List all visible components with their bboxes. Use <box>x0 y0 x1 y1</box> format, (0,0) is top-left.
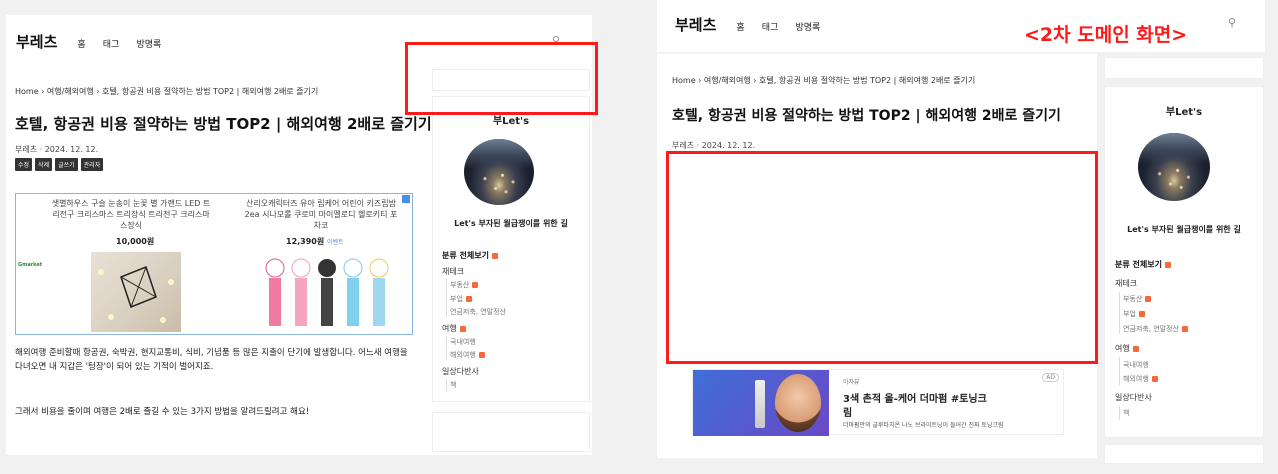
right-sidebar-tagline: Let's 부자된 월급쟁이를 위한 길 <box>1127 225 1241 234</box>
right-profile-avatar[interactable] <box>1138 133 1210 201</box>
new-badge-icon <box>1138 311 1145 317</box>
new-badge-icon <box>1164 261 1171 268</box>
right-sidebar-blog-name: 부Let's <box>1165 107 1203 118</box>
right-category-pension[interactable]: 연금저축, 연말정산 <box>1123 324 1188 334</box>
gmarket-logo: Gmarket <box>18 262 43 268</box>
left-profile-avatar[interactable] <box>464 139 534 205</box>
left-category-overseas[interactable]: 해외여행 <box>450 350 485 360</box>
left-post-title: 호텔, 항공권 비용 절약하는 방법 TOP2 | 해외여행 2배로 즐기기 <box>15 115 432 133</box>
left-nav-home[interactable]: 홈 <box>77 40 85 50</box>
right-nav-tags[interactable]: 태그 <box>762 23 779 33</box>
left-body-paragraph-1: 해외여행 준비할때 항공권, 숙박권, 현지교통비, 식비, 기념품 등 많은 … <box>15 348 408 372</box>
left-nav-tags[interactable]: 태그 <box>103 40 120 50</box>
left-admin-buttons: 수정 삭제 글쓰기 관리자 <box>15 158 104 171</box>
left-sidebar-bottom-box <box>432 412 590 452</box>
right-category-daily[interactable]: 일상다반사 <box>1115 392 1152 403</box>
right-tree-line-1 <box>1119 292 1120 334</box>
right-blog-logo[interactable]: 부레츠 <box>675 14 716 35</box>
right-tree-line-2 <box>1119 357 1120 385</box>
right-breadcrumb: Home › 여행/해외여행 › 호텔, 항공권 비용 절약하는 방법 TOP2… <box>672 76 976 85</box>
right-header: 부레츠 홈 태그 방명록 <box>675 14 820 35</box>
right-category-domestic[interactable]: 국내여행 <box>1123 360 1149 370</box>
ad-product-1-price: 10,000원 <box>116 237 155 246</box>
ad-choices-icon[interactable]: AD <box>1042 373 1059 382</box>
new-badge-icon <box>1132 345 1139 352</box>
left-nav-guestbook[interactable]: 방명록 <box>136 40 161 50</box>
new-badge-icon <box>1145 296 1152 302</box>
left-highlight-box <box>405 42 598 115</box>
left-post-meta: 부레츠 · 2024. 12. 12. <box>15 145 99 154</box>
new-badge-icon <box>465 296 472 302</box>
left-tree-line-2 <box>446 336 447 360</box>
ad-product-2-name[interactable]: 산리오캐릭터즈 유아 립케어 어린이 키즈립밤 2ea 시나모롤 쿠로미 마이멜… <box>241 198 401 231</box>
right-ad-model <box>775 374 821 432</box>
edit-button[interactable]: 수정 <box>15 158 33 171</box>
right-search-icon[interactable]: ⚲ <box>1228 16 1236 29</box>
new-badge-icon <box>472 282 479 288</box>
left-category-daily[interactable]: 일상다반사 <box>442 366 479 377</box>
right-ad-brand: 아자뷰 <box>843 379 860 386</box>
right-ad-description: 더마펌만의 글루타치온 나노 브라이트닝이 들어간 진짜 토닝크림 <box>843 422 1004 429</box>
ad-choices-icon[interactable] <box>402 195 410 203</box>
right-display-ad[interactable]: 아자뷰 3색 촌적 올-케어 더마펌 #토닝크 림 더마펌만의 글루타치온 나노… <box>692 369 1064 436</box>
right-category-finance[interactable]: 재테크 <box>1115 278 1137 289</box>
new-badge-icon <box>478 352 485 358</box>
right-ad-headline-2[interactable]: 림 <box>843 404 852 419</box>
right-category-all[interactable]: 분류 전체보기 <box>1115 259 1171 270</box>
lip-balm-characters <box>265 258 389 326</box>
ad-product-2-image[interactable] <box>261 252 391 332</box>
comparison-screenshot: 부레츠 홈 태그 방명록 ⚲ Home › 여행/해외여행 › 호텔, 항공권 … <box>0 0 1278 474</box>
left-display-ad[interactable]: 샛별하우스 구슬 눈송이 눈꽃 별 가랜드 LED 트리전구 크리스마스 트리장… <box>15 193 413 335</box>
right-category-realestate[interactable]: 부동산 <box>1123 294 1152 304</box>
ad-product-2-price: 12,390원 이벤트 <box>286 237 344 246</box>
write-button[interactable]: 글쓰기 <box>55 158 78 171</box>
new-badge-icon <box>1181 326 1188 332</box>
left-header: 부레츠 홈 태그 방명록 <box>16 31 161 52</box>
ad-product-1-name[interactable]: 샛별하우스 구슬 눈송이 눈꽃 별 가랜드 LED 트리전구 크리스마스 트리장… <box>51 198 211 231</box>
ad-product-1-image[interactable] <box>91 252 181 332</box>
left-tree-line-1 <box>446 279 447 317</box>
new-badge-icon <box>491 252 498 259</box>
right-category-books[interactable]: 책 <box>1123 408 1129 418</box>
right-category-travel[interactable]: 여행 <box>1115 343 1139 354</box>
left-tree-line-3 <box>446 379 447 391</box>
right-category-overseas[interactable]: 해외여행 <box>1123 374 1158 384</box>
right-nav-home[interactable]: 홈 <box>736 23 744 33</box>
left-category-sidejob[interactable]: 부업 <box>450 294 472 304</box>
delete-button[interactable]: 삭제 <box>35 158 53 171</box>
right-highlight-box <box>666 151 1098 364</box>
left-category-realestate[interactable]: 부동산 <box>450 280 479 290</box>
right-sidebar-bottom-box <box>1104 444 1264 464</box>
left-nav: 홈 태그 방명록 <box>65 32 161 51</box>
right-post-title: 호텔, 항공권 비용 절약하는 방법 TOP2 | 해외여행 2배로 즐기기 <box>672 108 1061 124</box>
left-breadcrumb: Home › 여행/해외여행 › 호텔, 항공권 비용 절약하는 방법 TOP2… <box>15 87 319 96</box>
left-body-paragraph-2: 그래서 비용을 줄이며 여행은 2배로 즐길 수 있는 3가지 방법을 알려드릴… <box>15 407 310 417</box>
right-ad-image[interactable] <box>693 370 829 436</box>
left-category-pension[interactable]: 연금저축, 연말정산 <box>450 307 506 317</box>
second-domain-label: <2차 도메인 화면> <box>1024 24 1188 46</box>
new-badge-icon <box>1151 376 1158 382</box>
left-category-books[interactable]: 책 <box>450 380 456 390</box>
right-nav-guestbook[interactable]: 방명록 <box>795 23 820 33</box>
right-category-sidejob[interactable]: 부업 <box>1123 309 1145 319</box>
right-sidebar-top-box <box>1104 57 1264 79</box>
geometric-lamp-illustration <box>98 266 174 323</box>
left-blog-logo[interactable]: 부레츠 <box>16 31 57 52</box>
left-category-domestic[interactable]: 국내여행 <box>450 337 476 347</box>
new-badge-icon <box>459 325 466 332</box>
right-ad-product-tube <box>755 380 765 428</box>
left-category-finance[interactable]: 재테크 <box>442 266 464 277</box>
right-nav: 홈 태그 방명록 <box>724 15 820 34</box>
left-category-all[interactable]: 분류 전체보기 <box>442 250 498 261</box>
left-category-travel[interactable]: 여행 <box>442 323 466 334</box>
left-sidebar-tagline: Let's 부자된 월급쟁이를 위한 길 <box>454 219 568 228</box>
right-ad-headline-1[interactable]: 3색 촌적 올-케어 더마펌 #토닝크 <box>843 390 987 405</box>
admin-button[interactable]: 관리자 <box>80 158 104 171</box>
right-post-meta: 부레츠 · 2024. 12. 12. <box>672 141 756 150</box>
right-tree-line-3 <box>1119 406 1120 420</box>
